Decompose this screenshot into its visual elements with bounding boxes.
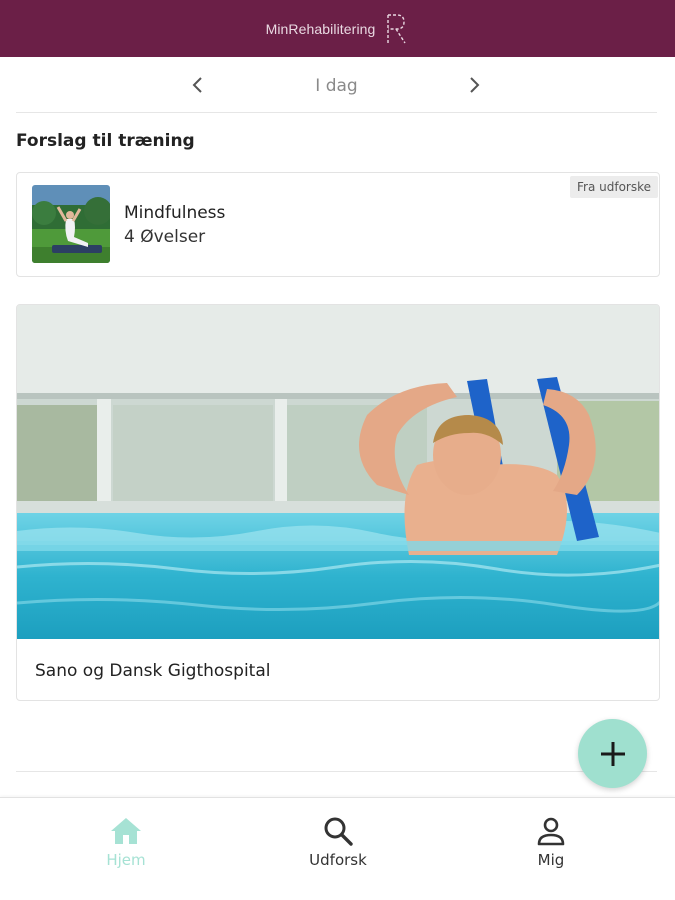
nav-item-me[interactable]: Mig xyxy=(491,814,611,874)
pool-exercise-photo xyxy=(17,305,659,639)
nav-item-explore[interactable]: Udforsk xyxy=(278,814,398,874)
app-screen: MinRehabilitering I dag Forslag til træn… xyxy=(0,0,675,900)
suggestion-title: Mindfulness xyxy=(124,203,226,223)
mindfulness-thumbnail xyxy=(32,185,110,263)
app-title: MinRehabilitering xyxy=(265,20,376,37)
suggestion-card-mindfulness[interactable]: Mindfulness 4 Øvelser Fra udforske xyxy=(16,172,660,277)
nav-label-explore: Udforsk xyxy=(309,851,367,869)
list-item-peek xyxy=(16,771,657,797)
add-button[interactable] xyxy=(578,719,647,788)
feature-caption: Sano og Dansk Gigthospital xyxy=(35,661,271,681)
suggestion-exercise-count: 4 Øvelser xyxy=(124,227,206,247)
suggestions-heading: Forslag til træning xyxy=(16,131,195,151)
chevron-right-icon[interactable] xyxy=(464,75,484,95)
home-icon xyxy=(109,814,143,848)
person-icon xyxy=(534,814,568,848)
nav-item-home[interactable]: Hjem xyxy=(66,814,186,874)
app-header: MinRehabilitering xyxy=(0,0,675,57)
r-logo-icon xyxy=(385,12,409,46)
nav-label-home: Hjem xyxy=(106,851,146,869)
date-navigator: I dag xyxy=(16,57,657,113)
plus-icon xyxy=(600,741,625,766)
current-date-label: I dag xyxy=(315,76,358,96)
nav-label-me: Mig xyxy=(537,851,565,869)
search-icon xyxy=(321,814,355,848)
feature-card-sano[interactable]: Sano og Dansk Gigthospital xyxy=(16,304,660,701)
source-badge: Fra udforske xyxy=(569,176,658,198)
bottom-navigation: Hjem Udforsk Mig xyxy=(0,797,675,900)
